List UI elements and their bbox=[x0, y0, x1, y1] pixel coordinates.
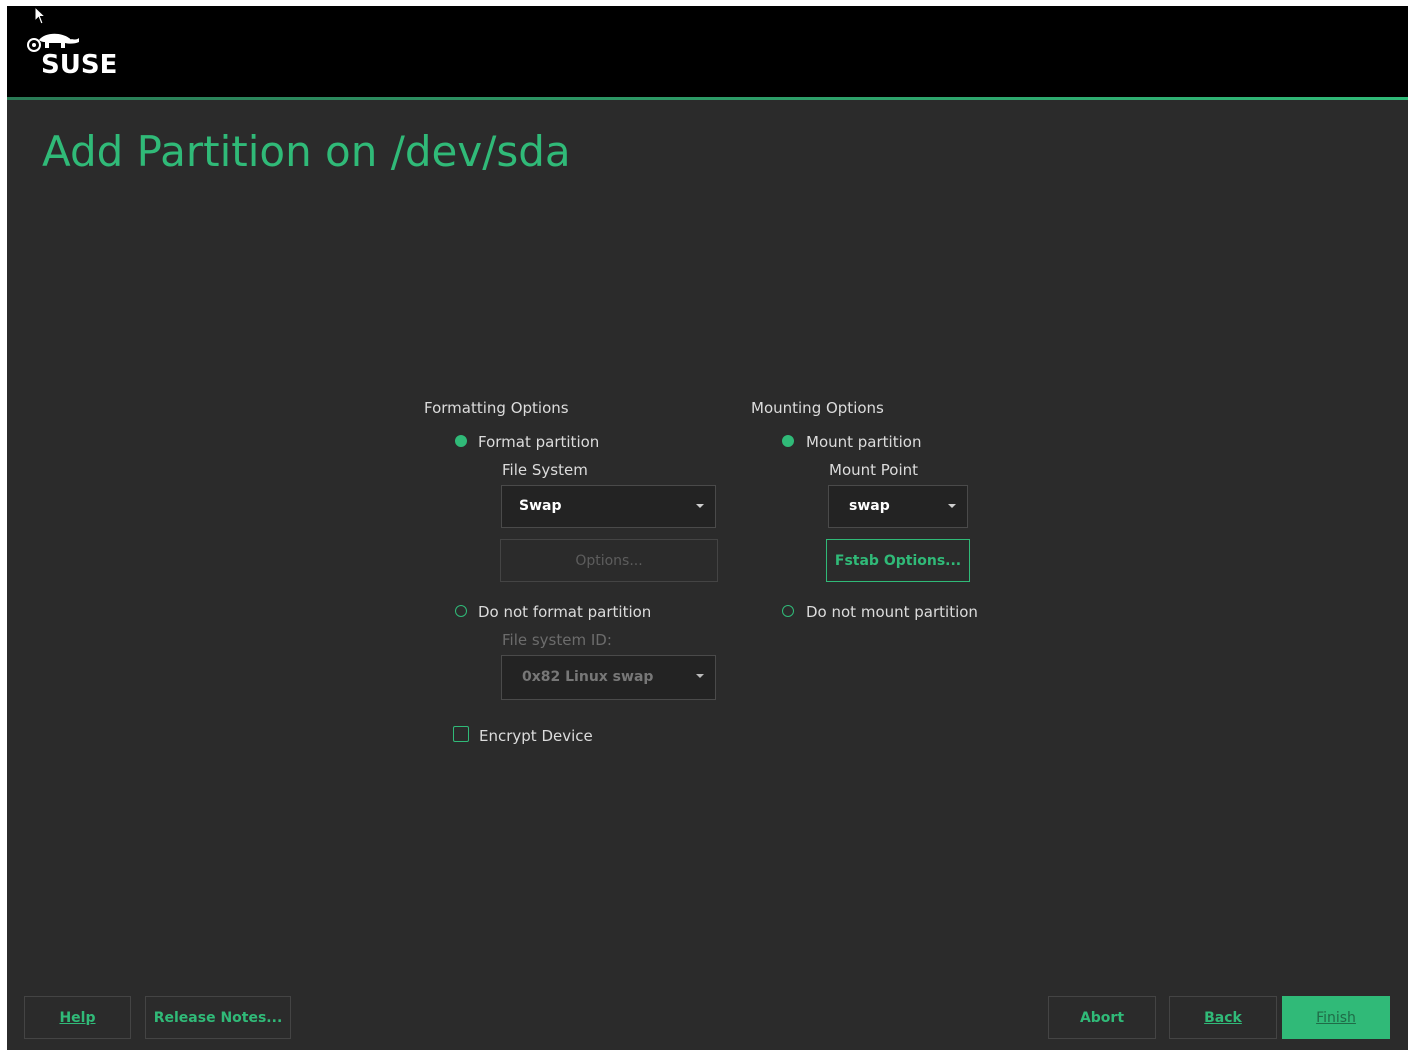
do-not-mount-radio[interactable] bbox=[782, 605, 794, 617]
encrypt-device-label[interactable]: Encrypt Device bbox=[479, 727, 593, 745]
encrypt-device-checkbox[interactable] bbox=[453, 726, 469, 742]
mount-point-label: Mount Point bbox=[829, 461, 919, 479]
mount-partition-label[interactable]: Mount partition bbox=[806, 433, 921, 451]
file-system-id-select[interactable]: 0x82 Linux swap bbox=[501, 655, 716, 700]
options-button[interactable]: Options... bbox=[500, 539, 718, 582]
fstab-options-label: Fstab Options... bbox=[834, 552, 962, 569]
mouse-pointer-icon bbox=[34, 6, 47, 25]
header-accent-line bbox=[7, 97, 1408, 100]
finish-button-label: Finish bbox=[1316, 1009, 1356, 1026]
finish-button[interactable]: Finish bbox=[1282, 996, 1390, 1039]
do-not-format-radio[interactable] bbox=[455, 605, 467, 617]
page-title: Add Partition on /dev/sda bbox=[42, 127, 571, 176]
release-notes-button[interactable]: Release Notes... bbox=[145, 996, 291, 1039]
mount-point-value: swap bbox=[849, 498, 890, 514]
mount-partition-radio[interactable] bbox=[782, 435, 794, 447]
fstab-options-button[interactable]: Fstab Options... bbox=[826, 539, 970, 582]
format-partition-radio[interactable] bbox=[455, 435, 467, 447]
chevron-down-icon bbox=[696, 674, 704, 678]
do-not-mount-label[interactable]: Do not mount partition bbox=[806, 603, 978, 621]
chevron-down-icon bbox=[696, 504, 704, 508]
back-button[interactable]: Back bbox=[1169, 996, 1277, 1039]
file-system-select[interactable]: Swap bbox=[501, 485, 716, 528]
file-system-id-value: 0x82 Linux swap bbox=[522, 669, 654, 685]
help-button[interactable]: Help bbox=[24, 996, 131, 1039]
header-bar: SUSE bbox=[7, 6, 1408, 97]
abort-button-label: Abort bbox=[1079, 1009, 1125, 1026]
back-button-label: Back bbox=[1204, 1009, 1242, 1026]
release-notes-button-label: Release Notes... bbox=[153, 1009, 283, 1026]
file-system-value: Swap bbox=[519, 498, 562, 514]
mount-point-select[interactable]: swap bbox=[828, 485, 968, 528]
logo-text: SUSE bbox=[41, 50, 118, 80]
file-system-id-label: File system ID: bbox=[502, 631, 612, 649]
suse-logo: SUSE bbox=[25, 30, 135, 82]
options-button-label: Options... bbox=[575, 552, 643, 569]
chevron-down-icon bbox=[948, 504, 956, 508]
format-partition-label[interactable]: Format partition bbox=[478, 433, 599, 451]
do-not-format-label[interactable]: Do not format partition bbox=[478, 603, 651, 621]
installer-window: SUSE Add Partition on /dev/sda Formattin… bbox=[7, 6, 1408, 1050]
mounting-options-heading: Mounting Options bbox=[751, 399, 884, 417]
file-system-label: File System bbox=[502, 461, 588, 479]
abort-button[interactable]: Abort bbox=[1048, 996, 1156, 1039]
formatting-options-heading: Formatting Options bbox=[424, 399, 569, 417]
help-button-label: Help bbox=[59, 1009, 96, 1026]
